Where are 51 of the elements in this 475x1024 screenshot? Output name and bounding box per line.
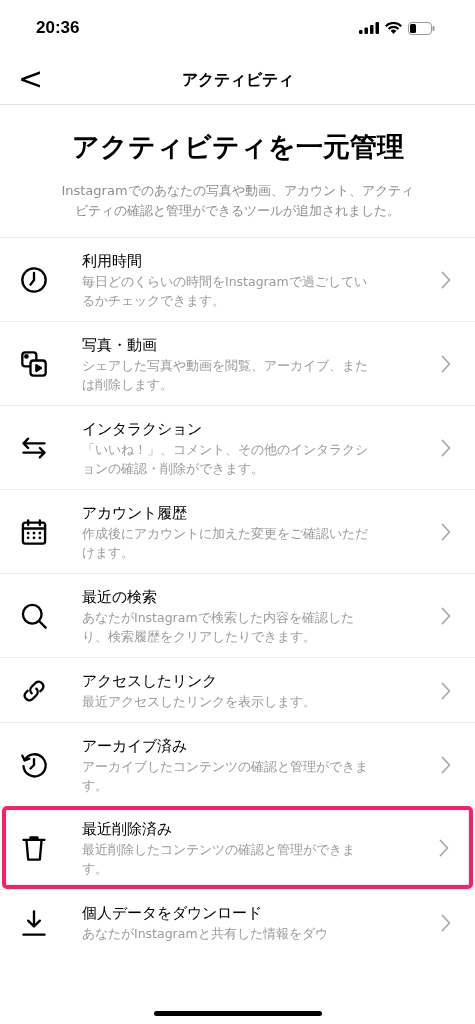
menu-item[interactable]: 写真・動画 シェアした写真や動画を閲覧、アーカイブ、または削除します。 [0,321,475,405]
item-title: 最近削除済み [82,819,173,840]
highlight-frame[interactable]: 最近削除済み 最近削除したコンテンツの確認と管理ができます。 [2,806,473,889]
item-description: あなたがInstagramで検索した内容を確認したり、検索履歴をクリアしたりできます。 [82,609,355,646]
status-time: 20:36 [36,18,80,38]
item-description: アーカイブしたコンテンツの確認と管理ができます。 [82,758,369,795]
photo-video-icon [20,350,48,378]
chevron-icon [441,271,451,289]
item-description: あなたがInstagramと共有した情報をダウ [82,925,329,943]
menu-item[interactable]: アーカイブ済み アーカイブしたコンテンツの確認と管理ができます。 [0,722,475,806]
chevron-icon [441,607,451,625]
history-icon [20,751,48,779]
search-icon [20,602,48,630]
item-title: 最近の検索 [82,587,158,608]
intro-heading: アクティビティを一元管理 [70,130,405,164]
chevron-icon [441,439,451,457]
calendar-icon [20,518,48,546]
back-button[interactable]: < [12,62,50,96]
menu-item[interactable]: 利用時間 毎日どのくらいの時間をInstagramで過ごしているかチェックできます。 [0,237,475,321]
item-title: 個人データをダウンロード [82,903,263,924]
menu-item[interactable]: 最近の検索 あなたがInstagramで検索した内容を確認したり、検索履歴をクリアしたりできます。 [0,573,475,657]
clock-icon [20,266,48,294]
menu-item[interactable]: 個人データをダウンロード あなたがInstagramと共有した情報をダウ [0,889,475,954]
battery-icon [408,21,435,35]
trash-icon [20,834,48,862]
menu-item[interactable]: アクセスしたリンク 最近アクセスしたリンクを表示します。 [0,657,475,722]
signal-icon [359,22,379,34]
chevron-icon [441,523,451,541]
download-icon [20,908,48,937]
page-title: アクティビティ [181,69,294,91]
intro-text: Instagramでのあなたの写真や動画、アカウント、アクティビティの確認と管理ができるツールが追加されました。 [60,182,415,220]
item-description: 最近削除したコンテンツの確認と管理ができます。 [82,841,356,878]
item-title: アカウント履歴 [82,503,188,524]
item-description: 作成後にアカウントに加えた変更をご確認いただけます。 [82,525,369,562]
item-title: アーカイブ済み [82,736,188,757]
item-description: 毎日どのくらいの時間をInstagramで過ごしているかチェックできます。 [82,273,368,310]
menu-item[interactable]: インタラクション 「いいね！」、コメント、その他のインタラクションの確認・削除ができます。 [0,405,475,489]
chevron-icon [441,355,451,373]
item-title: 写真・動画 [82,335,158,356]
chevron-icon [439,839,449,857]
item-title: アクセスしたリンク [82,671,218,692]
item-description: 最近アクセスしたリンクを表示します。 [82,693,317,711]
wifi-icon [385,22,402,34]
chevron-icon [441,913,451,932]
item-title: インタラクション [82,419,203,440]
chevron-icon [441,756,451,774]
chevron-icon [441,681,451,700]
menu-item[interactable]: アカウント履歴 作成後にアカウントに加えた変更をご確認いただけます。 [0,489,475,573]
item-title: 利用時間 [82,251,143,272]
item-description: 「いいね！」、コメント、その他のインタラクションの確認・削除ができます。 [82,441,369,478]
item-description: シェアした写真や動画を閲覧、アーカイブ、または削除します。 [82,357,369,394]
